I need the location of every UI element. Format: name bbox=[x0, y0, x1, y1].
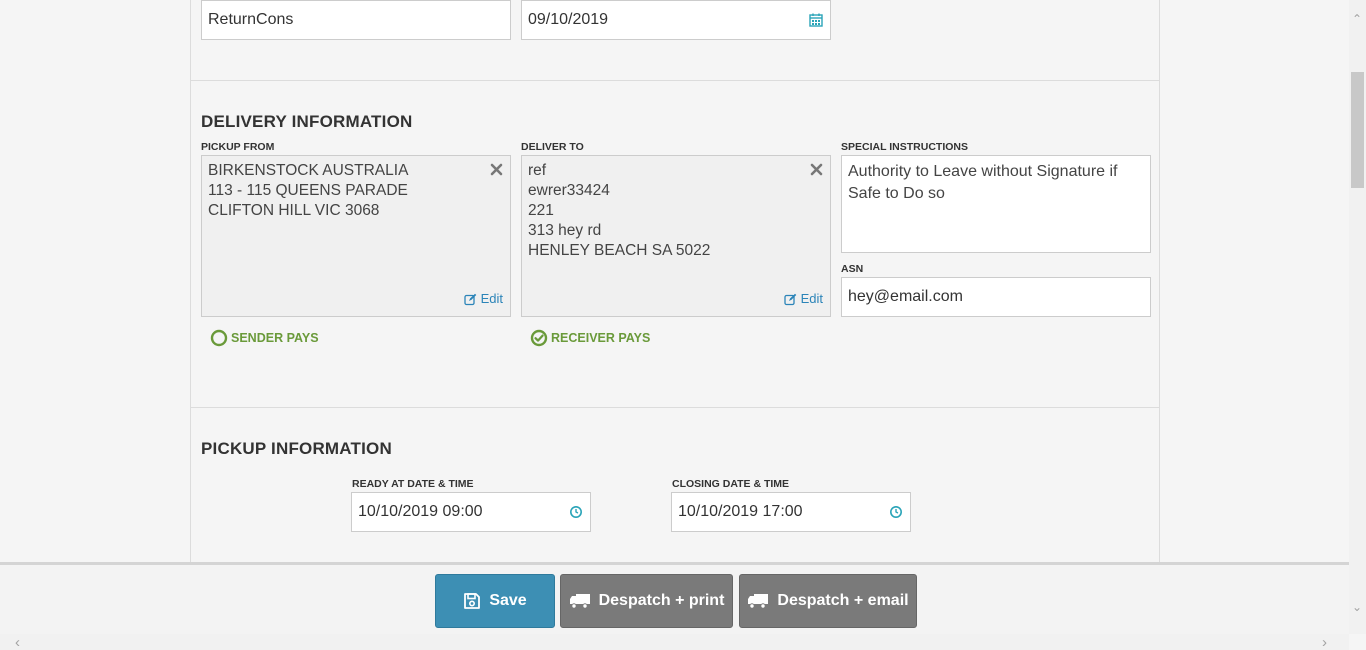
deliver-to-line: 221 bbox=[528, 202, 554, 219]
floppy-disk-icon bbox=[464, 593, 481, 609]
pickup-section-title: PICKUP INFORMATION bbox=[201, 439, 392, 458]
truck-icon bbox=[748, 594, 769, 609]
despatch-print-label: Despatch + print bbox=[598, 592, 725, 609]
truck-icon bbox=[569, 594, 590, 609]
pickup-from-line: 113 - 115 QUEENS PARADE bbox=[208, 182, 408, 199]
date-input-value: 09/10/2019 bbox=[528, 11, 609, 28]
asn-input-value: hey@email.com bbox=[848, 288, 963, 305]
scroll-up-arrow-icon[interactable]: ⌃ bbox=[1352, 12, 1362, 26]
action-footer: Save Despatch + print Despatch + email bbox=[0, 562, 1349, 634]
ready-at-value: 10/10/2019 09:00 bbox=[358, 503, 483, 520]
receiver-pays-option[interactable]: RECEIVER PAYS bbox=[530, 329, 650, 347]
closing-input[interactable]: 10/10/2019 17:00 bbox=[671, 492, 911, 532]
reference-input[interactable]: ReturnCons bbox=[201, 0, 511, 40]
deliver-to-address-box: ref ewrer33424 221 313 hey rd HENLEY BEA… bbox=[521, 155, 831, 317]
despatch-email-label: Despatch + email bbox=[777, 592, 909, 609]
asn-label: ASN bbox=[841, 263, 864, 275]
horizontal-scrollbar[interactable]: ‹ › bbox=[0, 634, 1349, 650]
clock-icon[interactable] bbox=[889, 505, 903, 519]
radio-unchecked-icon bbox=[210, 329, 228, 347]
ready-at-label: READY AT DATE & TIME bbox=[352, 478, 474, 490]
sender-pays-label: SENDER PAYS bbox=[231, 331, 319, 345]
date-input[interactable]: 09/10/2019 bbox=[521, 0, 831, 40]
vertical-scrollbar-thumb[interactable] bbox=[1351, 72, 1364, 188]
edit-icon bbox=[463, 293, 476, 305]
radio-checked-icon bbox=[530, 329, 548, 347]
section-divider bbox=[191, 407, 1159, 408]
special-instructions-textarea[interactable]: Authority to Leave without Signature if … bbox=[841, 155, 1151, 253]
consignment-form-panel: ReturnCons 09/10/2019 DELIVERY INFORMATI… bbox=[190, 0, 1160, 562]
pickup-from-line: BIRKENSTOCK AUSTRALIA bbox=[208, 162, 409, 179]
delivery-section-title: DELIVERY INFORMATION bbox=[201, 112, 413, 131]
clear-deliver-to-close-icon[interactable] bbox=[810, 163, 823, 176]
deliver-to-line: HENLEY BEACH SA 5022 bbox=[528, 242, 711, 259]
calendar-icon[interactable] bbox=[809, 13, 823, 27]
clock-icon[interactable] bbox=[569, 505, 583, 519]
pickup-from-label: PICKUP FROM bbox=[201, 141, 275, 153]
edit-deliver-to-label: Edit bbox=[800, 291, 823, 306]
scroll-left-arrow-icon[interactable]: ‹ bbox=[15, 634, 20, 650]
vertical-scrollbar[interactable]: ⌃ ⌄ bbox=[1349, 0, 1366, 634]
edit-deliver-to-link[interactable]: Edit bbox=[783, 289, 823, 309]
deliver-to-label: DELIVER TO bbox=[521, 141, 584, 153]
deliver-to-line: ref bbox=[528, 162, 547, 179]
closing-value: 10/10/2019 17:00 bbox=[678, 503, 803, 520]
special-instructions-label: SPECIAL INSTRUCTIONS bbox=[841, 141, 968, 153]
save-button[interactable]: Save bbox=[435, 574, 555, 628]
clear-pickup-close-icon[interactable] bbox=[490, 163, 503, 176]
reference-input-value: ReturnCons bbox=[208, 11, 294, 28]
receiver-pays-label: RECEIVER PAYS bbox=[551, 331, 651, 345]
despatch-print-button[interactable]: Despatch + print bbox=[560, 574, 733, 628]
save-button-label: Save bbox=[489, 592, 527, 609]
deliver-to-line: 313 hey rd bbox=[528, 222, 602, 239]
scroll-down-arrow-icon[interactable]: ⌄ bbox=[1352, 600, 1362, 614]
ready-at-input[interactable]: 10/10/2019 09:00 bbox=[351, 492, 591, 532]
deliver-to-line: ewrer33424 bbox=[528, 182, 610, 199]
pickup-from-address-box: BIRKENSTOCK AUSTRALIA 113 - 115 QUEENS P… bbox=[201, 155, 511, 317]
closing-label: CLOSING DATE & TIME bbox=[672, 478, 790, 490]
edit-icon bbox=[783, 293, 796, 305]
despatch-email-button[interactable]: Despatch + email bbox=[739, 574, 917, 628]
edit-pickup-link[interactable]: Edit bbox=[463, 289, 503, 309]
edit-pickup-label: Edit bbox=[480, 291, 503, 306]
special-instructions-value: Authority to Leave without Signature if … bbox=[848, 163, 1118, 202]
section-divider bbox=[191, 80, 1159, 81]
asn-input[interactable]: hey@email.com bbox=[841, 277, 1151, 317]
scroll-right-arrow-icon[interactable]: › bbox=[1322, 634, 1327, 650]
pickup-from-line: CLIFTON HILL VIC 3068 bbox=[208, 202, 380, 219]
sender-pays-option[interactable]: SENDER PAYS bbox=[210, 329, 319, 347]
